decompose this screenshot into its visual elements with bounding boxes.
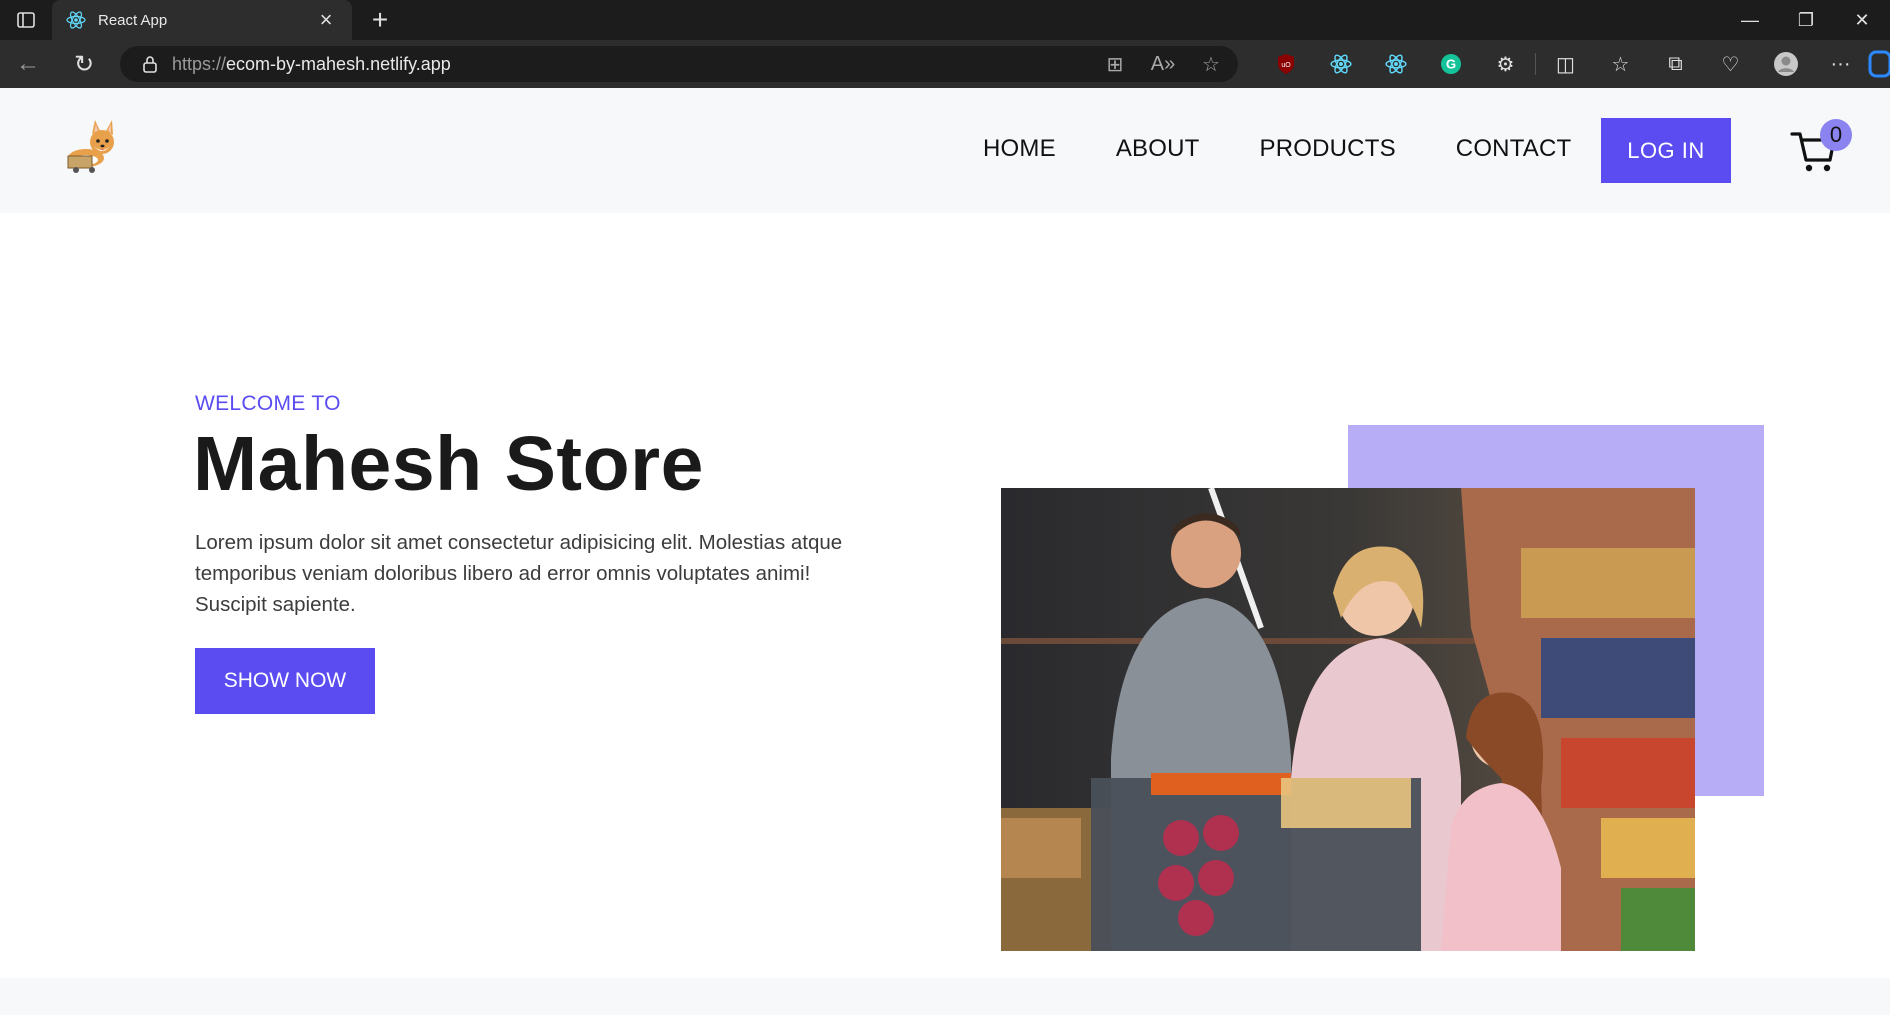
reload-icon: ↻ (73, 50, 95, 78)
page: HOME ABOUT PRODUCTS CONTACT LOG IN 0 WEL… (0, 88, 1890, 1015)
hero-description: Lorem ipsum dolor sit amet consectetur a… (195, 531, 843, 616)
tab-close-icon[interactable]: × (314, 7, 338, 32)
cart-count-badge: 0 (1820, 119, 1852, 151)
next-section-strip (0, 978, 1890, 1015)
profile-icon[interactable] (1758, 40, 1813, 88)
minimize-icon[interactable]: — (1722, 0, 1778, 40)
nav-home[interactable]: HOME (983, 135, 1056, 163)
back-button[interactable]: ← (0, 40, 56, 88)
url-host: ecom-by-mahesh.netlify.app (226, 53, 451, 74)
extensions-bar: uO G ⚙ ◫ ☆ ⧉ ♡ ··· (1258, 40, 1890, 88)
favorite-star-icon[interactable]: ☆ (1198, 52, 1224, 77)
browser-tab[interactable]: React App × (52, 0, 352, 40)
new-tab-button[interactable]: + (360, 0, 400, 40)
svg-text:G: G (1445, 57, 1455, 72)
performance-icon[interactable]: ♡ (1703, 40, 1758, 88)
extensions-icon[interactable]: ⚙ (1478, 40, 1533, 88)
nav-about[interactable]: ABOUT (1116, 135, 1200, 163)
corgi-logo-icon[interactable] (62, 118, 118, 176)
react-devtools-icon[interactable] (1368, 40, 1423, 88)
show-now-button[interactable]: SHOW NOW (195, 648, 375, 714)
site-header: HOME ABOUT PRODUCTS CONTACT LOG IN 0 (0, 88, 1890, 213)
collections-icon[interactable]: ⧉ (1648, 40, 1703, 88)
react-devtools-icon[interactable] (1313, 40, 1368, 88)
nav-products[interactable]: PRODUCTS (1260, 135, 1396, 163)
login-button[interactable]: LOG IN (1601, 118, 1731, 183)
split-screen-icon[interactable]: ◫ (1538, 40, 1593, 88)
hero-welcome-text: WELCOME TO (195, 392, 341, 415)
favorites-icon[interactable]: ☆ (1593, 40, 1648, 88)
url-text: https://ecom-by-mahesh.netlify.app (172, 54, 451, 75)
app-available-icon[interactable]: ⊞ (1102, 52, 1128, 77)
tab-title: React App (98, 11, 168, 29)
lock-icon (140, 54, 160, 74)
toolbar-divider (1535, 53, 1536, 75)
browser-tab-bar: React App × + — ❐ ✕ (0, 0, 1890, 40)
hero-image (1001, 488, 1695, 951)
close-window-icon[interactable]: ✕ (1834, 0, 1890, 40)
tab-actions-button[interactable] (0, 0, 52, 40)
main-nav: HOME ABOUT PRODUCTS CONTACT (983, 135, 1571, 163)
tab-actions-icon (17, 12, 35, 28)
more-icon[interactable]: ··· (1813, 40, 1868, 88)
hero-section: WELCOME TO Mahesh Store Lorem ipsum dolo… (0, 213, 1890, 978)
url-protocol: https:// (172, 53, 227, 74)
react-icon (66, 10, 86, 30)
back-arrow-icon: ← (16, 50, 40, 77)
svg-text:uO: uO (1281, 62, 1291, 69)
address-bar[interactable]: https://ecom-by-mahesh.netlify.app ⊞ A» … (120, 46, 1238, 82)
bing-icon[interactable] (1868, 40, 1890, 88)
reload-button[interactable]: ↻ (56, 40, 112, 88)
read-aloud-icon[interactable]: A» (1150, 53, 1176, 76)
restore-icon[interactable]: ❐ (1778, 0, 1834, 40)
grammarly-icon[interactable]: G (1423, 40, 1478, 88)
nav-contact[interactable]: CONTACT (1456, 135, 1572, 163)
window-controls: — ❐ ✕ (1722, 0, 1890, 40)
hero-title: Mahesh Store (193, 421, 704, 507)
ublock-icon[interactable]: uO (1258, 40, 1313, 88)
